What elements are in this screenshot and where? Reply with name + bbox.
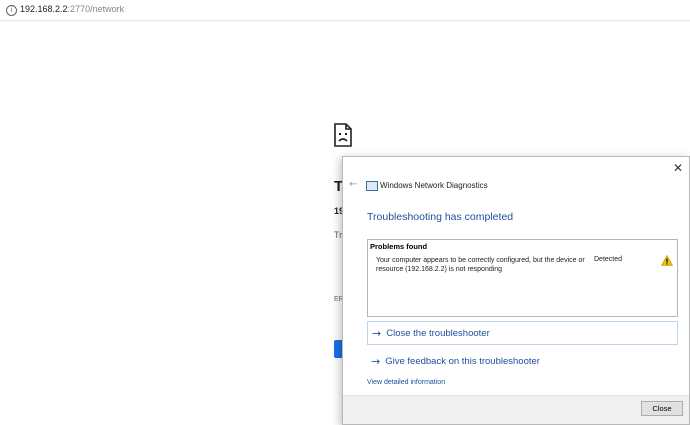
back-arrow-icon[interactable]: ← (349, 179, 357, 190)
close-troubleshooter-option[interactable]: → Close the troubleshooter (367, 321, 678, 345)
network-diagnostics-icon (366, 181, 378, 191)
warning-icon (661, 255, 673, 266)
dialog-footer: Close (343, 395, 689, 424)
dialog-app-title: Windows Network Diagnostics (380, 181, 488, 190)
address-bar[interactable]: i 192.168.2.2:2770/network (0, 0, 690, 21)
problem-description: Your computer appears to be correctly co… (376, 257, 585, 273)
action-label: Give feedback on this troubleshooter (385, 355, 540, 367)
url-text[interactable]: 192.168.2.2:2770/network (20, 4, 124, 14)
sad-page-icon (334, 123, 352, 147)
problems-header: Problems found (370, 242, 428, 251)
close-icon[interactable]: ✕ (673, 161, 683, 175)
network-diagnostics-dialog: ✕ ← Windows Network Diagnostics Troubles… (342, 156, 690, 425)
give-feedback-option[interactable]: → Give feedback on this troubleshooter (367, 349, 678, 373)
url-path: :2770/network (67, 4, 125, 14)
arrow-right-icon: → (371, 354, 381, 368)
dialog-heading: Troubleshooting has completed (367, 211, 514, 223)
arrow-right-icon: → (372, 326, 382, 340)
action-label: Close the troubleshooter (386, 327, 490, 339)
problems-panel: Problems found Your computer appears to … (367, 239, 678, 317)
close-button[interactable]: Close (641, 401, 683, 416)
problem-status: Detected (594, 256, 623, 263)
info-icon[interactable]: i (6, 5, 17, 16)
url-host: 192.168.2.2 (20, 4, 68, 14)
view-detailed-information-link[interactable]: View detailed information (367, 379, 445, 386)
